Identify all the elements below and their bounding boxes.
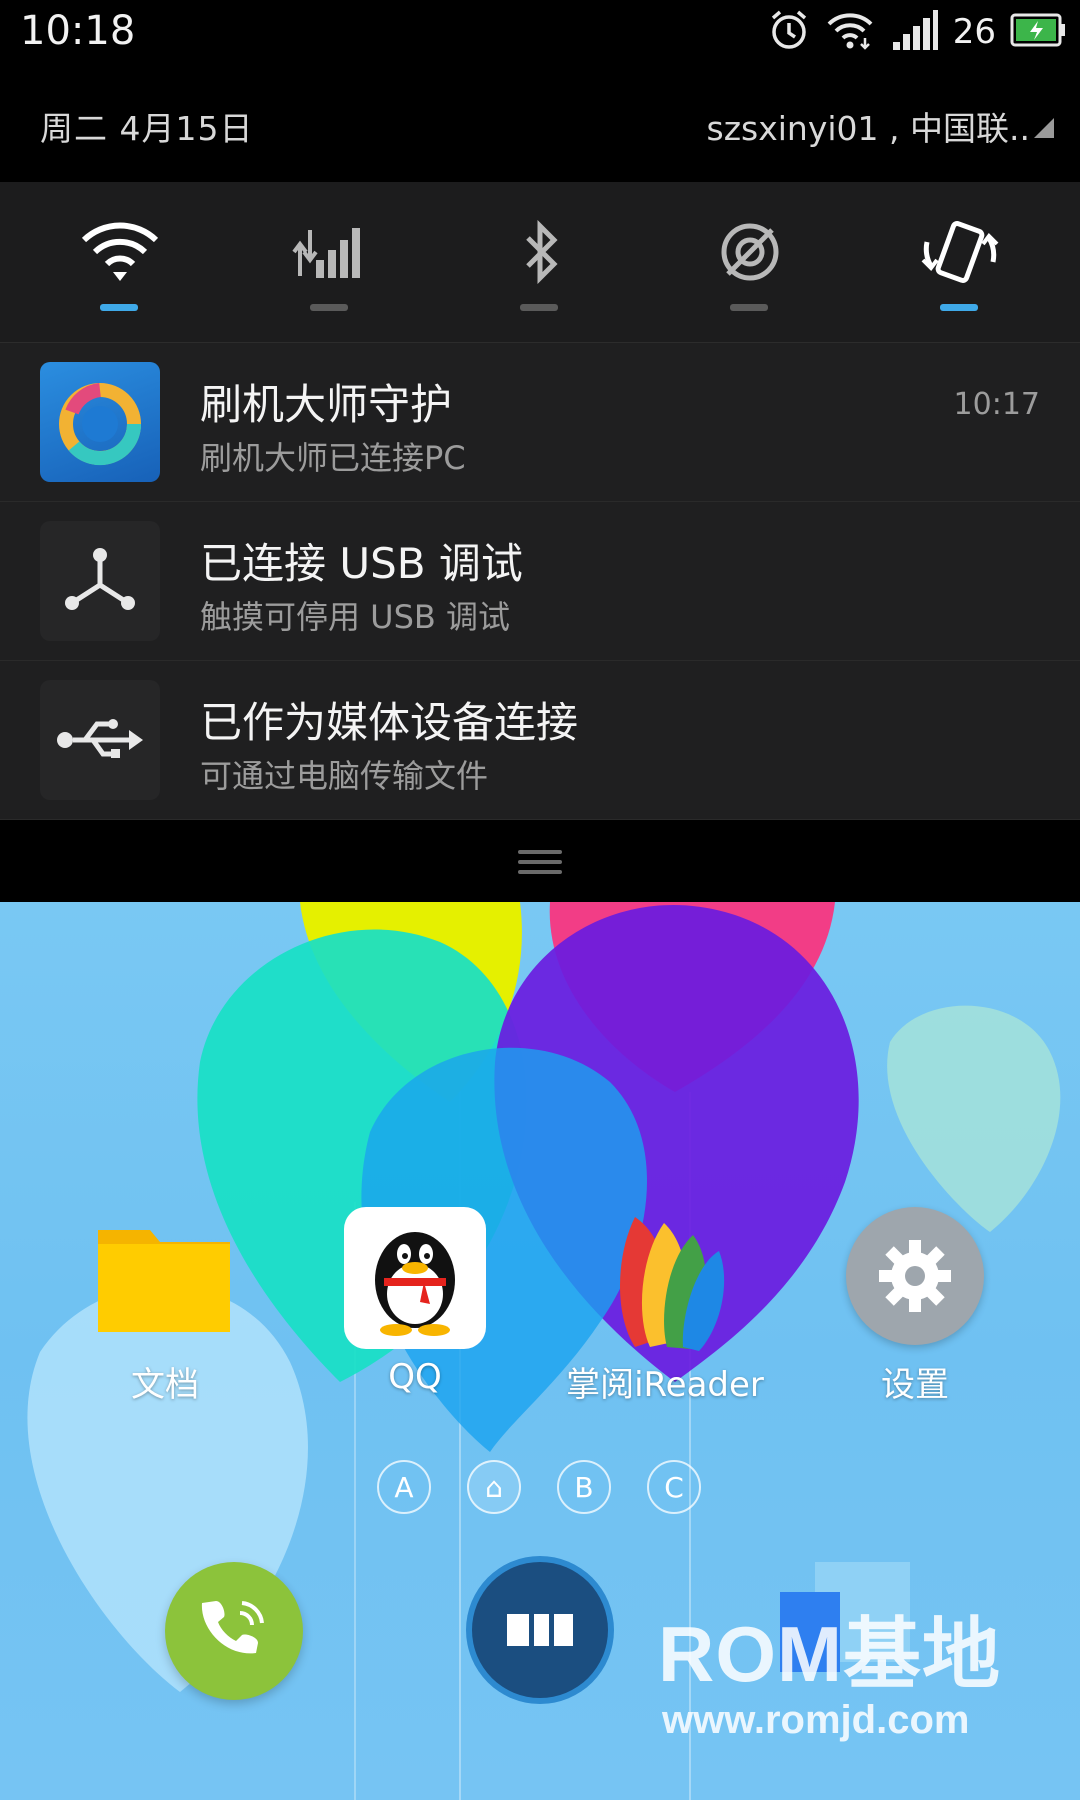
- page-b-button[interactable]: B: [557, 1460, 611, 1514]
- shade-header: 周二 4月15日 szsxinyi01 , 中国联..: [0, 64, 1080, 182]
- notification-title: 已作为媒体设备连接: [200, 698, 579, 747]
- notification-title: 已连接 USB 调试: [200, 539, 523, 588]
- wifi-icon: [81, 222, 159, 281]
- home-screen: 文档 QQ 掌阅iReader 设置 A ⌂ B C ROM基地 www.rom…: [0, 902, 1080, 1800]
- carrier-expand-icon[interactable]: [1034, 118, 1054, 138]
- app-store-icon: [507, 1614, 573, 1646]
- toggle-gps[interactable]: [642, 182, 858, 342]
- app-settings[interactable]: 设置: [805, 1207, 1025, 1405]
- folder-icon: [98, 1230, 230, 1332]
- gps-off-icon: [721, 223, 779, 281]
- gear-icon: [846, 1207, 984, 1345]
- wifi-icon: [825, 8, 875, 56]
- notification-subtitle: 触摸可停用 USB 调试: [200, 598, 511, 636]
- toggle-auto-rotate[interactable]: [852, 182, 1068, 342]
- phone-icon: [201, 1601, 264, 1654]
- app-label: 设置: [881, 1365, 949, 1405]
- page-c-button[interactable]: C: [647, 1460, 701, 1514]
- quick-toggles: [0, 182, 1080, 343]
- app-label: 文档: [131, 1365, 199, 1405]
- notification-item[interactable]: 刷机大师守护 刷机大师已连接PC 10:17: [0, 343, 1080, 503]
- usb-icon: [40, 680, 160, 800]
- bluetooth-icon: [526, 220, 558, 284]
- usb-debug-icon: [40, 521, 160, 641]
- ireader-book-icon: [620, 1217, 725, 1351]
- toggle-indicator: [520, 304, 558, 311]
- app-label: 掌阅iReader: [566, 1365, 764, 1405]
- toggle-wifi[interactable]: [12, 182, 228, 342]
- mobile-data-icon: [292, 228, 360, 278]
- status-icons: 26: [767, 8, 1066, 56]
- notification-subtitle: 可通过电脑传输文件: [200, 757, 489, 795]
- page-home-button[interactable]: ⌂: [467, 1460, 521, 1514]
- notification-subtitle: 刷机大师已连接PC: [200, 439, 466, 477]
- toggle-indicator: [730, 304, 768, 311]
- battery-level: 26: [952, 12, 996, 52]
- shuaji-dashi-app-icon: [40, 362, 160, 482]
- carrier-label[interactable]: szsxinyi01 , 中国联..: [707, 102, 1030, 150]
- status-time: 10:18: [20, 8, 136, 54]
- app-ireader[interactable]: 掌阅iReader: [555, 1207, 775, 1405]
- qq-penguin-icon: [344, 1207, 486, 1349]
- date-label: 周二 4月15日: [40, 109, 254, 148]
- toggle-bluetooth[interactable]: [432, 182, 648, 342]
- rotate-icon: [921, 221, 999, 283]
- watermark-title: ROM基地: [658, 1610, 1001, 1698]
- dock-app-store-button[interactable]: [472, 1562, 608, 1698]
- shade-drag-handle[interactable]: [0, 820, 1080, 902]
- battery-charging-icon: [1010, 13, 1066, 51]
- dock-phone-button[interactable]: [165, 1562, 303, 1700]
- romjd-watermark: ROM基地 www.romjd.com: [658, 1592, 1001, 1743]
- menu-icon: [518, 850, 562, 880]
- page-a-button[interactable]: A: [377, 1460, 431, 1514]
- page-indicator: A ⌂ B C: [0, 1460, 1080, 1520]
- notification-title: 刷机大师守护: [200, 380, 453, 429]
- signal-icon: [889, 8, 939, 56]
- app-label: QQ: [388, 1357, 442, 1397]
- notification-item[interactable]: 已作为媒体设备连接 可通过电脑传输文件: [0, 661, 1080, 821]
- toggle-mobile-data[interactable]: [222, 182, 438, 342]
- toggle-indicator: [310, 304, 348, 311]
- status-bar: 10:18 26: [0, 0, 1080, 64]
- notification-item[interactable]: 已连接 USB 调试 触摸可停用 USB 调试: [0, 502, 1080, 662]
- alarm-icon: [767, 8, 811, 56]
- watermark-url: www.romjd.com: [662, 1698, 970, 1742]
- notification-time: 10:17: [953, 387, 1040, 422]
- toggle-indicator: [940, 304, 978, 311]
- app-docs[interactable]: 文档: [55, 1207, 275, 1405]
- app-qq[interactable]: QQ: [305, 1207, 525, 1397]
- toggle-indicator: [100, 304, 138, 311]
